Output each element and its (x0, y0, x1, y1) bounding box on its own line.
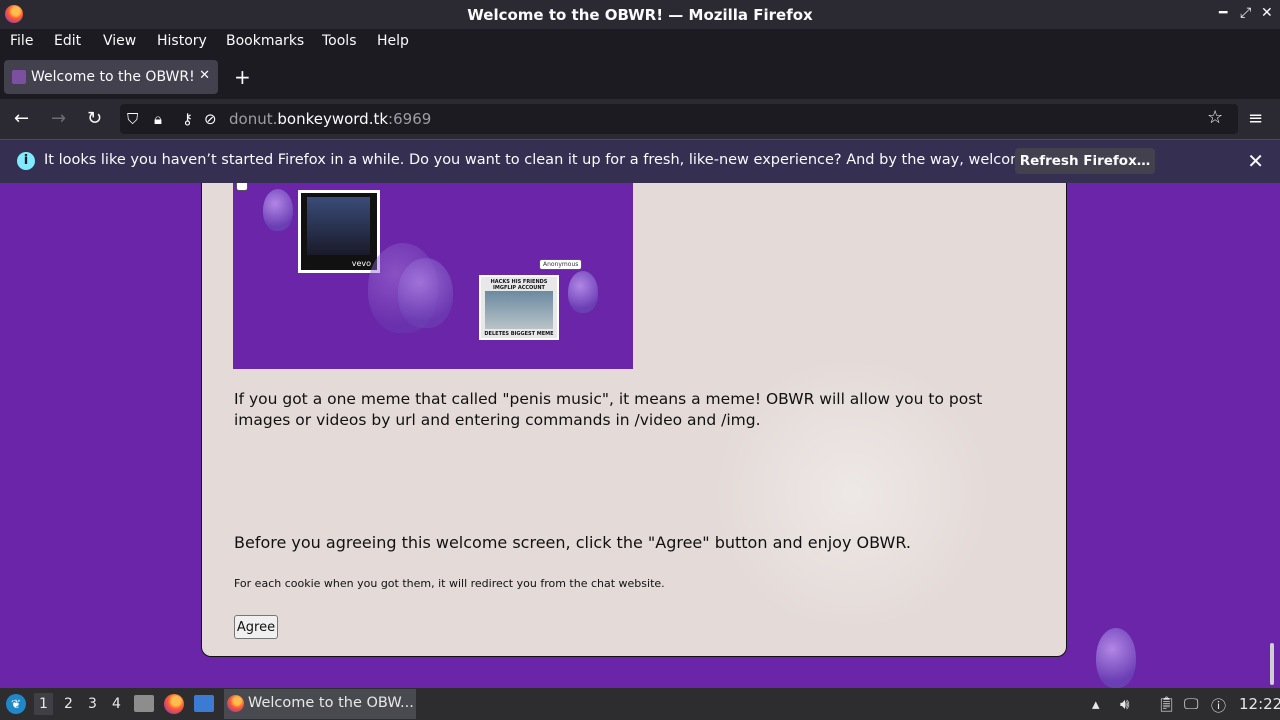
anonymous-bubble: Anonymous (539, 259, 583, 270)
maximize-icon[interactable]: ⤢ (1240, 5, 1251, 21)
url-bar[interactable]: ⛉ 🔒︎ ⚷ ⊘ donut.bonkeyword.tk:6969 ☆ (120, 104, 1238, 134)
info-paragraph: If you got a one meme that called "penis… (234, 390, 983, 429)
bonzi-corner-figure[interactable] (1096, 628, 1136, 688)
taskbar-firefox-task[interactable]: Welcome to the OBW... (224, 689, 416, 719)
refresh-firefox-button[interactable]: Refresh Firefox… (1015, 148, 1155, 174)
reload-icon[interactable]: ↻ (87, 108, 102, 129)
network-icon[interactable]: 🖵︎ (1184, 695, 1198, 713)
speech-bubble (236, 183, 248, 191)
tab-favicon-icon (12, 70, 26, 84)
file-manager-icon[interactable] (134, 695, 154, 712)
volume-icon[interactable]: 🔊︎ (1120, 695, 1129, 713)
clock[interactable]: 12:22 (1239, 695, 1280, 713)
workspace-4[interactable]: 4 (112, 696, 121, 712)
agree-instructions: Before you agreeing this welcome screen,… (234, 533, 911, 552)
desktop-icon[interactable] (194, 695, 214, 712)
update-icon[interactable]: ⓘ (1211, 695, 1226, 716)
bonzi-figure (263, 189, 293, 231)
tray-arrow-icon[interactable]: ▴ (1092, 695, 1100, 713)
bonzi-figure-2 (398, 258, 453, 328)
new-tab-icon[interactable]: + (234, 65, 251, 89)
meme-thumbnail: HACKS HIS FRIENDS IMGFLIP ACCOUNT DELETE… (479, 275, 559, 340)
tab-active[interactable]: Welcome to the OBWR! ✕ (4, 60, 218, 94)
tracking-blocked-icon[interactable]: ⊘ (204, 110, 217, 128)
menu-tools[interactable]: Tools (322, 33, 357, 49)
page-content: vevo HACKS HIS FRIENDS IMGFLIP ACCOUNT D… (0, 183, 1280, 688)
scrollbar-thumb[interactable] (1270, 643, 1274, 685)
preview-image: vevo HACKS HIS FRIENDS IMGFLIP ACCOUNT D… (233, 183, 633, 369)
menu-view[interactable]: View (103, 33, 136, 49)
minimize-icon[interactable]: ━ (1219, 5, 1227, 21)
navigation-bar: ← → ↻ ⛉ 🔒︎ ⚷ ⊘ donut.bonkeyword.tk:6969 … (0, 99, 1280, 139)
video-thumbnail: vevo (298, 190, 380, 273)
shield-icon[interactable]: ⛉ (127, 110, 138, 128)
url-text[interactable]: donut.bonkeyword.tk:6969 (229, 110, 431, 128)
permissions-icon[interactable]: ⚷ (182, 110, 193, 128)
workspace-2[interactable]: 2 (64, 696, 73, 712)
bookmark-star-icon[interactable]: ☆ (1207, 107, 1223, 128)
window-title: Welcome to the OBWR! — Mozilla Firefox (467, 6, 813, 24)
menu-edit[interactable]: Edit (54, 33, 81, 49)
notification-message: It looks like you haven’t started Firefo… (44, 152, 1079, 168)
notification-bar: i It looks like you haven’t started Fire… (0, 139, 1280, 183)
menu-bar: File Edit View History Bookmarks Tools H… (0, 29, 1280, 54)
firefox-launcher-icon[interactable] (164, 694, 184, 714)
start-menu-icon[interactable]: ❦ (6, 694, 26, 714)
menu-bookmarks[interactable]: Bookmarks (226, 33, 304, 49)
window-titlebar: Welcome to the OBWR! — Mozilla Firefox ━… (0, 0, 1280, 29)
tab-title: Welcome to the OBWR! (31, 69, 195, 85)
workspace-1[interactable]: 1 (34, 693, 53, 715)
forward-icon[interactable]: → (51, 108, 66, 129)
agree-button[interactable]: Agree (234, 615, 278, 639)
workspace-3[interactable]: 3 (88, 696, 97, 712)
task-label: Welcome to the OBW... (248, 695, 414, 711)
back-icon[interactable]: ← (14, 108, 29, 129)
tab-close-icon[interactable]: ✕ (199, 68, 210, 83)
clipboard-icon[interactable]: 📋︎ (1157, 695, 1176, 713)
tab-strip: Welcome to the OBWR! ✕ + (0, 54, 1280, 99)
info-icon: i (17, 152, 35, 170)
cookie-note: For each cookie when you got them, it wi… (234, 577, 665, 590)
taskbar: ❦ 1 2 3 4 Welcome to the OBW... ▴ 🔊︎ 📋︎ … (0, 688, 1280, 720)
menu-history[interactable]: History (157, 33, 207, 49)
notification-close-icon[interactable]: ✕ (1247, 149, 1264, 173)
hamburger-menu-icon[interactable]: ≡ (1248, 108, 1263, 129)
close-window-icon[interactable]: ✕ (1261, 5, 1273, 21)
task-firefox-icon (227, 695, 244, 712)
menu-help[interactable]: Help (377, 33, 409, 49)
menu-file[interactable]: File (10, 33, 33, 49)
bonzi-figure-3 (568, 271, 598, 313)
lock-icon[interactable]: 🔒︎ (154, 110, 162, 128)
